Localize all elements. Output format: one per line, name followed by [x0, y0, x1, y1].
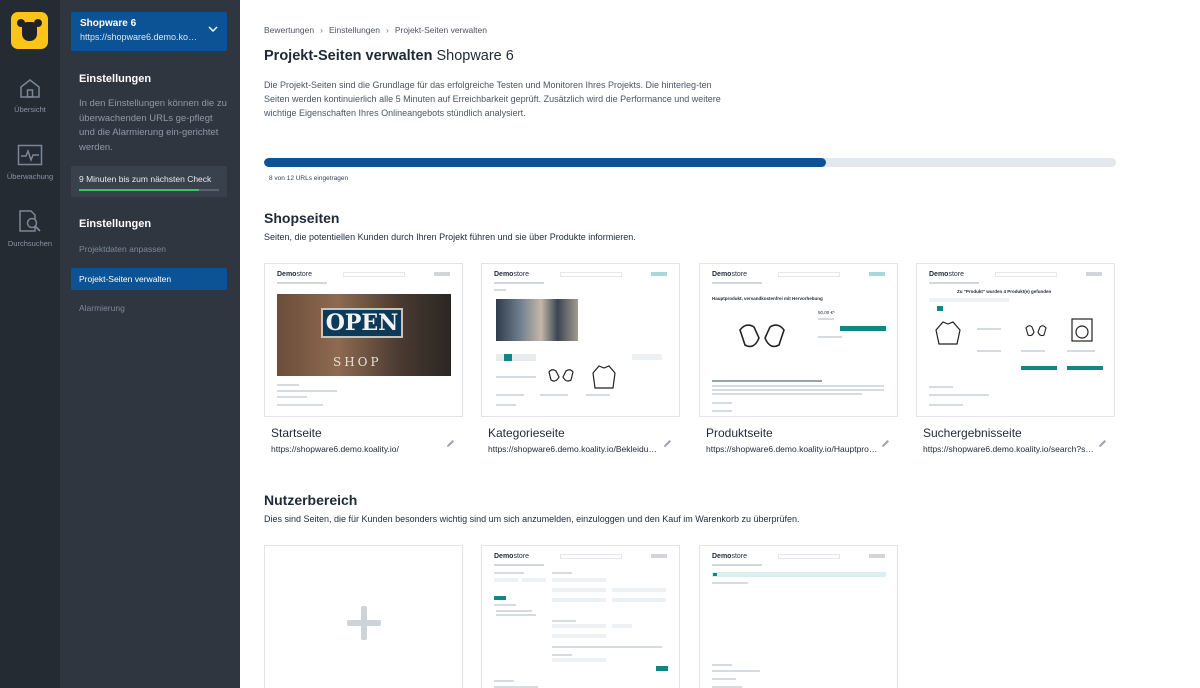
pencil-icon[interactable]	[1098, 439, 1107, 448]
open-shop-image: OPEN SHOP	[277, 294, 451, 376]
sidebar-link-alerting[interactable]: Alarmierung	[79, 303, 125, 313]
thumb-brand: Demostore	[494, 271, 530, 278]
thumb-product-heading: Hauptprodukt, versandkostenfrei mit Herv…	[712, 296, 823, 301]
rail-item-label: Überwachung	[6, 172, 54, 181]
urls-progress-bar	[264, 158, 1116, 167]
main-content: Bewertungen › Einstellungen › Projekt-Seiten…	[240, 0, 1200, 688]
thumb-price: 50,00 €*	[818, 310, 835, 315]
thumb-brand: Demostore	[712, 271, 748, 278]
thumb-search-heading: Zu "Produkt" wurden 4 Produkt(e) gefunde…	[957, 289, 1052, 294]
mittens-icon	[548, 369, 574, 382]
shop-sign: SHOP	[333, 355, 382, 369]
page-subtitle: Shopware 6	[436, 48, 514, 64]
page-card-cart: Demostore	[699, 545, 898, 688]
page-card-name: Produktseite	[706, 426, 773, 440]
page-card-login: Demostore	[481, 545, 680, 688]
open-sign: OPEN	[321, 308, 403, 338]
page-thumbnail[interactable]: Demostore	[481, 263, 680, 417]
thumb-brand: Demostore	[277, 271, 313, 278]
heartbeat-monitor-icon	[17, 144, 43, 166]
document-search-icon	[19, 210, 41, 232]
home-icon	[20, 79, 40, 98]
pencil-icon[interactable]	[446, 439, 455, 448]
add-page-card[interactable]	[264, 545, 463, 688]
rail-item-overview[interactable]: Übersicht	[0, 77, 60, 114]
chevron-down-icon	[208, 26, 218, 32]
intro-text: Die Projekt-Seiten sind die Grundlage fü…	[264, 80, 721, 118]
page-thumbnail[interactable]: Demostore	[699, 545, 898, 688]
add-page-button[interactable]	[264, 545, 463, 688]
project-url: https://shopware6.demo.koality.io	[80, 32, 202, 42]
icon-rail: Übersicht Überwachung Durchsuchen	[0, 0, 60, 688]
page-thumbnail[interactable]: Demostore Zu "Produkt" wurden 4 Produkt(…	[916, 263, 1115, 417]
page-card-name: Kategorieseite	[488, 426, 565, 440]
page-card-home: Demostore OPEN SHOP Startseite https://s…	[264, 263, 463, 454]
page-title-text: Projekt-Seiten verwalten	[264, 48, 433, 64]
pencil-icon[interactable]	[881, 439, 890, 448]
project-selector[interactable]: Shopware 6 https://shopware6.demo.koalit…	[71, 12, 227, 51]
next-check-progress	[79, 189, 219, 191]
page-card-product: Demostore Hauptprodukt, versandkostenfre…	[699, 263, 898, 454]
project-name: Shopware 6	[80, 18, 137, 29]
user-section-description: Dies sind Seiten, die für Kunden besonde…	[264, 514, 800, 524]
pencil-icon[interactable]	[663, 439, 672, 448]
page-thumbnail[interactable]: Demostore Hauptprodukt, versandkostenfre…	[699, 263, 898, 417]
thumb-brand: Demostore	[712, 553, 748, 560]
urls-progress-label: 8 von 12 URLs eingetragen	[269, 175, 349, 182]
chevron-right-icon: ›	[320, 25, 323, 35]
sweater-icon	[935, 321, 961, 345]
sidebar-link-project-pages[interactable]: Projekt-Seiten verwalten	[71, 268, 227, 290]
rail-item-label: Übersicht	[14, 105, 46, 114]
sidebar-link-project-data[interactable]: Projektdaten anpassen	[79, 244, 166, 254]
koality-logo-icon[interactable]	[11, 12, 48, 49]
next-check-box: 9 Minuten bis zum nächsten Check	[71, 166, 227, 197]
sidebar-heading: Einstellungen	[79, 73, 152, 85]
mittens-icon	[1025, 325, 1047, 337]
mittens-icon	[739, 324, 785, 348]
page-card-url: https://shopware6.demo.koality.io/	[271, 444, 399, 454]
breadcrumb: Bewertungen › Einstellungen › Projekt-Seiten…	[264, 25, 487, 35]
page-card-search-results: Demostore Zu "Produkt" wurden 4 Produkt(…	[916, 263, 1115, 454]
breadcrumb-item: Projekt-Seiten verwalten	[394, 25, 487, 35]
shop-section-title: Shopseiten	[264, 210, 340, 226]
breadcrumb-item[interactable]: Bewertungen	[264, 25, 314, 35]
user-section-title: Nutzerbereich	[264, 492, 358, 508]
sidebar-description: In den Einstellungen können die zu überw…	[79, 98, 227, 153]
rail-item-label: Durchsuchen	[7, 239, 53, 248]
page-card-url: https://shopware6.demo.koality.io/Beklei…	[488, 444, 660, 454]
page-thumbnail[interactable]: Demostore	[481, 545, 680, 688]
settings-sidebar: Shopware 6 https://shopware6.demo.koalit…	[60, 0, 240, 688]
page-card-url: https://shopware6.demo.koality.io/search…	[923, 444, 1095, 454]
next-check-label: 9 Minuten bis zum nächsten Check	[79, 174, 212, 184]
shop-section-description: Seiten, die potentiellen Kunden durch Ih…	[264, 232, 636, 242]
sweater-icon	[592, 365, 616, 389]
washing-machine-icon	[1071, 318, 1093, 342]
page-card-url: https://shopware6.demo.koality.io/Hauptp…	[706, 444, 878, 454]
chevron-right-icon: ›	[385, 25, 389, 35]
thumb-brand: Demostore	[929, 271, 965, 278]
sidebar-section-heading: Einstellungen	[79, 218, 152, 230]
page-title: Projekt-Seiten verwalten Shopware 6	[264, 48, 514, 64]
page-card-category: Demostore Kategorieseite https://shopwar…	[481, 263, 680, 454]
page-thumbnail[interactable]: Demostore OPEN SHOP	[264, 263, 463, 417]
rail-item-monitoring[interactable]: Überwachung	[0, 144, 60, 181]
page-card-name: Startseite	[271, 426, 322, 440]
thumb-brand: Demostore	[494, 553, 530, 560]
rail-item-search[interactable]: Durchsuchen	[0, 209, 60, 248]
breadcrumb-item[interactable]: Einstellungen	[329, 25, 380, 35]
page-card-name: Suchergebnisseite	[923, 426, 1022, 440]
